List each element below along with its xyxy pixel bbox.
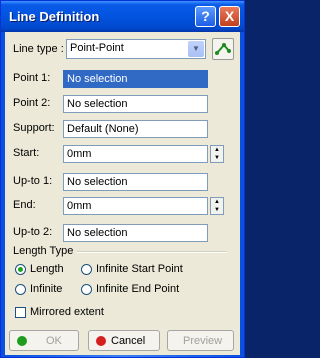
line-type-combo[interactable]: Point-Point ▼: [66, 39, 206, 59]
radio-length-label[interactable]: Length: [30, 263, 64, 275]
line-type-icon-button[interactable]: [212, 38, 234, 60]
cancel-label: Cancel: [111, 335, 146, 347]
title-bar[interactable]: Line Definition ? X: [1, 1, 244, 32]
help-button[interactable]: ?: [195, 6, 216, 27]
spin-down-icon[interactable]: ▼: [211, 154, 223, 162]
mirrored-extent-label[interactable]: Mirrored extent: [30, 306, 104, 318]
close-button[interactable]: X: [219, 6, 240, 27]
length-type-title: Length Type: [13, 245, 74, 257]
support-label: Support:: [13, 122, 55, 134]
dialog-title: Line Definition: [9, 9, 100, 24]
preview-button[interactable]: Preview: [167, 330, 234, 351]
upto1-label: Up-to 1:: [13, 175, 53, 187]
line-type-label: Line type :: [13, 43, 64, 55]
radio-infinite-start-label[interactable]: Infinite Start Point: [96, 263, 183, 275]
support-field[interactable]: Default (None): [63, 120, 208, 138]
end-input[interactable]: 0mm: [63, 197, 208, 215]
spin-up-icon[interactable]: ▲: [211, 198, 223, 206]
preview-label: Preview: [183, 335, 223, 347]
start-spinner[interactable]: ▲ ▼: [210, 145, 224, 163]
radio-infinite-label[interactable]: Infinite: [30, 283, 62, 295]
end-spinner[interactable]: ▲ ▼: [210, 197, 224, 215]
cancel-button[interactable]: Cancel: [88, 330, 160, 351]
point2-field[interactable]: No selection: [63, 95, 208, 113]
ok-icon: [17, 336, 27, 346]
mirrored-extent-checkbox[interactable]: [15, 307, 26, 318]
ok-button[interactable]: OK: [9, 330, 79, 351]
upto2-label: Up-to 2:: [13, 226, 53, 238]
ok-label: OK: [46, 335, 62, 347]
radio-length[interactable]: [15, 264, 26, 275]
end-label: End:: [13, 199, 36, 211]
line-type-value: Point-Point: [70, 42, 124, 54]
upto2-field[interactable]: No selection: [63, 224, 208, 242]
line-definition-dialog: Line Definition ? X Line type : Point-Po…: [0, 0, 245, 358]
radio-infinite[interactable]: [15, 284, 26, 295]
point1-field[interactable]: No selection: [63, 70, 208, 88]
chevron-down-icon[interactable]: ▼: [188, 41, 204, 57]
start-label: Start:: [13, 147, 40, 159]
radio-infinite-start[interactable]: [81, 264, 92, 275]
line-icon: [215, 43, 231, 55]
dialog-body: Line type : Point-Point ▼ Point 1: No se…: [5, 32, 240, 355]
spin-up-icon[interactable]: ▲: [211, 146, 223, 154]
length-type-separator: [77, 251, 227, 253]
radio-infinite-end[interactable]: [81, 284, 92, 295]
radio-infinite-end-label[interactable]: Infinite End Point: [96, 283, 179, 295]
point1-label: Point 1:: [13, 72, 51, 84]
upto1-field[interactable]: No selection: [63, 173, 208, 191]
cancel-icon: [96, 336, 106, 346]
spin-down-icon[interactable]: ▼: [211, 206, 223, 214]
start-input[interactable]: 0mm: [63, 145, 208, 163]
point2-label: Point 2:: [13, 97, 51, 109]
